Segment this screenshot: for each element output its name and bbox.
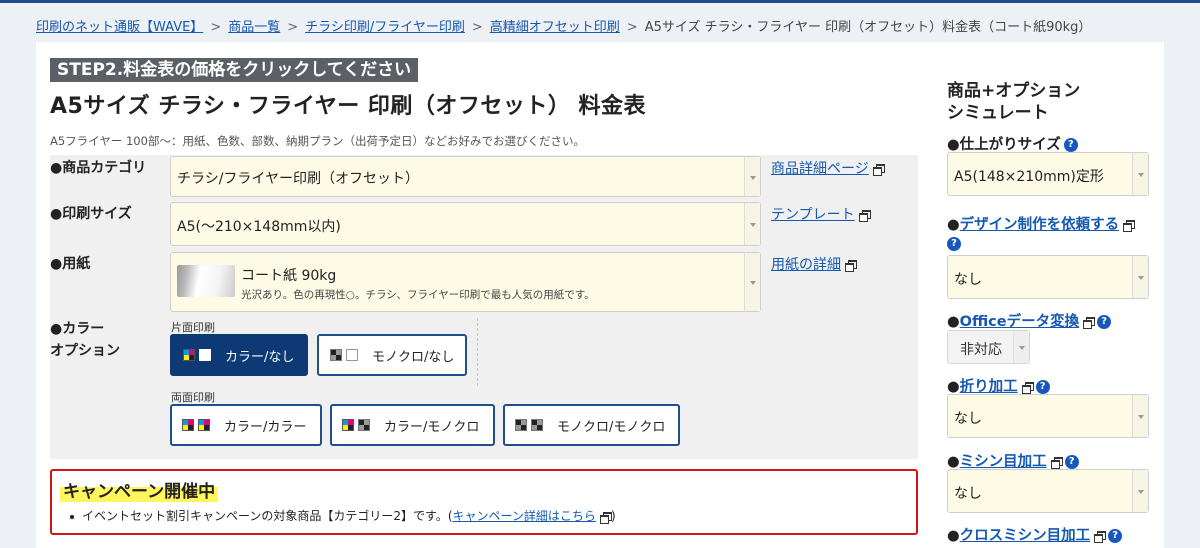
chevron-down-icon — [1013, 331, 1029, 363]
help-icon[interactable]: ? — [1108, 529, 1123, 543]
perforation-select[interactable]: なし — [947, 469, 1149, 513]
blank-ink-icon — [199, 349, 211, 361]
folding-link[interactable]: 折り加工 — [960, 379, 1018, 395]
external-window-icon — [1050, 457, 1063, 469]
blank-ink-icon — [346, 349, 358, 361]
campaign-title: キャンペーン開催中 — [60, 477, 219, 502]
product-detail-link[interactable]: 商品詳細ページ — [771, 158, 885, 178]
color-ink-icon — [182, 419, 194, 431]
help-icon[interactable]: ? — [947, 237, 961, 251]
paper-label: ●用紙 — [50, 256, 91, 272]
design-request-link[interactable]: デザイン制作を依頼する — [960, 217, 1120, 233]
color-option-mono-none[interactable]: モノクロ/なし — [317, 334, 467, 376]
external-window-icon — [858, 210, 871, 222]
top-accent-line — [0, 0, 1200, 3]
color-ink-icon — [342, 419, 354, 431]
color-label-line1: ●カラー — [50, 321, 105, 337]
size-value: A5(～210×148mm以内) — [177, 219, 341, 235]
paper-name: コート紙 90kg — [241, 268, 337, 284]
breadcrumb-link-offset[interactable]: 高精細オフセット印刷 — [490, 20, 620, 35]
mono-ink-icon — [330, 349, 342, 361]
breadcrumb: 印刷のネット通販【WAVE】 > 商品一覧 > チラシ印刷/フライヤー印刷 > 高精細オフセ… — [36, 20, 1092, 35]
color-ink-icon — [183, 349, 195, 361]
perforation-label: ●ミシン目加工? — [947, 450, 1079, 471]
cross-perforation-link[interactable]: クロスミシン目加工 — [960, 528, 1091, 544]
help-icon[interactable]: ? — [1064, 455, 1079, 469]
paper-select[interactable]: コート紙 90kg 光沢あり。色の再現性○。チラシ、フライヤー印刷で最も人気の用… — [170, 252, 761, 312]
breadcrumb-link-flyer[interactable]: チラシ印刷/フライヤー印刷 — [305, 20, 465, 35]
option-divider — [477, 318, 478, 386]
single-side-label: 片面印刷 — [171, 321, 215, 334]
color-ink-icon — [198, 419, 210, 431]
chevron-down-icon — [1132, 153, 1148, 195]
color-option-color-color[interactable]: カラー/カラー — [170, 404, 322, 446]
template-link[interactable]: テンプレート — [771, 204, 871, 224]
double-side-label: 両面印刷 — [171, 391, 215, 404]
help-icon[interactable]: ? — [1063, 138, 1078, 152]
step-badge: STEP2.料金表の価格をクリックしてください — [50, 58, 419, 82]
size-select[interactable]: A5(～210×148mm以内) — [170, 202, 761, 246]
chevron-down-icon — [744, 253, 760, 311]
color-label-line2: オプション — [50, 343, 120, 359]
category-label: ●商品カテゴリ — [50, 160, 147, 176]
color-option-color-mono[interactable]: カラー/モノクロ — [330, 404, 495, 446]
external-window-icon — [1094, 531, 1107, 543]
mono-ink-icon — [515, 419, 527, 431]
category-value: チラシ/フライヤー印刷（オフセット） — [177, 171, 420, 187]
cross-perforation-label: ●クロスミシン目加工? — [947, 524, 1123, 545]
office-convert-link[interactable]: Officeデータ変換 — [960, 314, 1079, 330]
office-convert-select[interactable]: 非対応 — [947, 330, 1030, 364]
design-request-label: ●デザイン制作を依頼する — [947, 213, 1136, 234]
folding-label: ●折り加工? — [947, 375, 1050, 396]
finish-size-label: ●仕上がりサイズ? — [947, 133, 1078, 154]
page-title: A5サイズ チラシ・フライヤー 印刷（オフセット） 料金表 — [50, 94, 647, 119]
design-help: ? — [947, 236, 961, 252]
color-option-color-none[interactable]: カラー/なし — [170, 334, 308, 376]
bullet-icon — [70, 514, 74, 519]
external-window-icon — [872, 164, 885, 176]
page-description: A5フライヤー 100部～：用紙、色数、部数、納期プラン（出荷予定日）などお好み… — [50, 134, 585, 148]
mono-ink-icon — [358, 419, 370, 431]
external-window-icon — [845, 260, 857, 272]
simulator-title: 商品+オプション シミュレート — [947, 81, 1081, 123]
campaign-detail-link[interactable]: キャンペーン詳細はこちら — [453, 509, 612, 524]
external-window-icon — [1123, 220, 1136, 232]
paper-detail-link[interactable]: 用紙の詳細 — [771, 254, 857, 274]
chevron-down-icon — [1132, 395, 1148, 437]
finish-size-select[interactable]: A5(148×210mm)定形 — [947, 152, 1149, 196]
external-window-icon — [599, 511, 612, 524]
chevron-down-icon — [1132, 256, 1148, 298]
chevron-down-icon — [744, 203, 760, 245]
campaign-text: イベントセット割引キャンペーンの対象商品【カテゴリー2】です。(キャンペーン詳細… — [70, 507, 616, 524]
paper-description: 光沢あり。色の再現性○。チラシ、フライヤー印刷で最も人気の用紙です。 — [241, 289, 595, 301]
folding-select[interactable]: なし — [947, 394, 1149, 438]
chevron-down-icon — [1132, 470, 1148, 512]
category-select[interactable]: チラシ/フライヤー印刷（オフセット） — [170, 156, 761, 197]
external-window-icon — [1021, 382, 1034, 394]
paper-thumbnail — [177, 265, 235, 297]
external-window-icon — [1083, 317, 1096, 329]
mono-ink-icon — [531, 419, 543, 431]
office-convert-label: ●Officeデータ変換? — [947, 310, 1112, 331]
design-select[interactable]: なし — [947, 255, 1149, 299]
campaign-box: キャンペーン開催中 イベントセット割引キャンペーンの対象商品【カテゴリー2】です… — [50, 469, 918, 535]
breadcrumb-link-products[interactable]: 商品一覧 — [228, 20, 280, 35]
help-icon[interactable]: ? — [1097, 315, 1112, 329]
help-icon[interactable]: ? — [1035, 380, 1050, 394]
breadcrumb-current: A5サイズ チラシ・フライヤー 印刷（オフセット）料金表（コート紙90kg） — [644, 20, 1092, 35]
perforation-link[interactable]: ミシン目加工 — [960, 454, 1047, 470]
chevron-down-icon — [744, 157, 760, 196]
size-label: ●印刷サイズ — [50, 206, 132, 222]
breadcrumb-link-home[interactable]: 印刷のネット通販【WAVE】 — [36, 20, 203, 35]
color-option-mono-mono[interactable]: モノクロ/モノクロ — [503, 404, 680, 446]
